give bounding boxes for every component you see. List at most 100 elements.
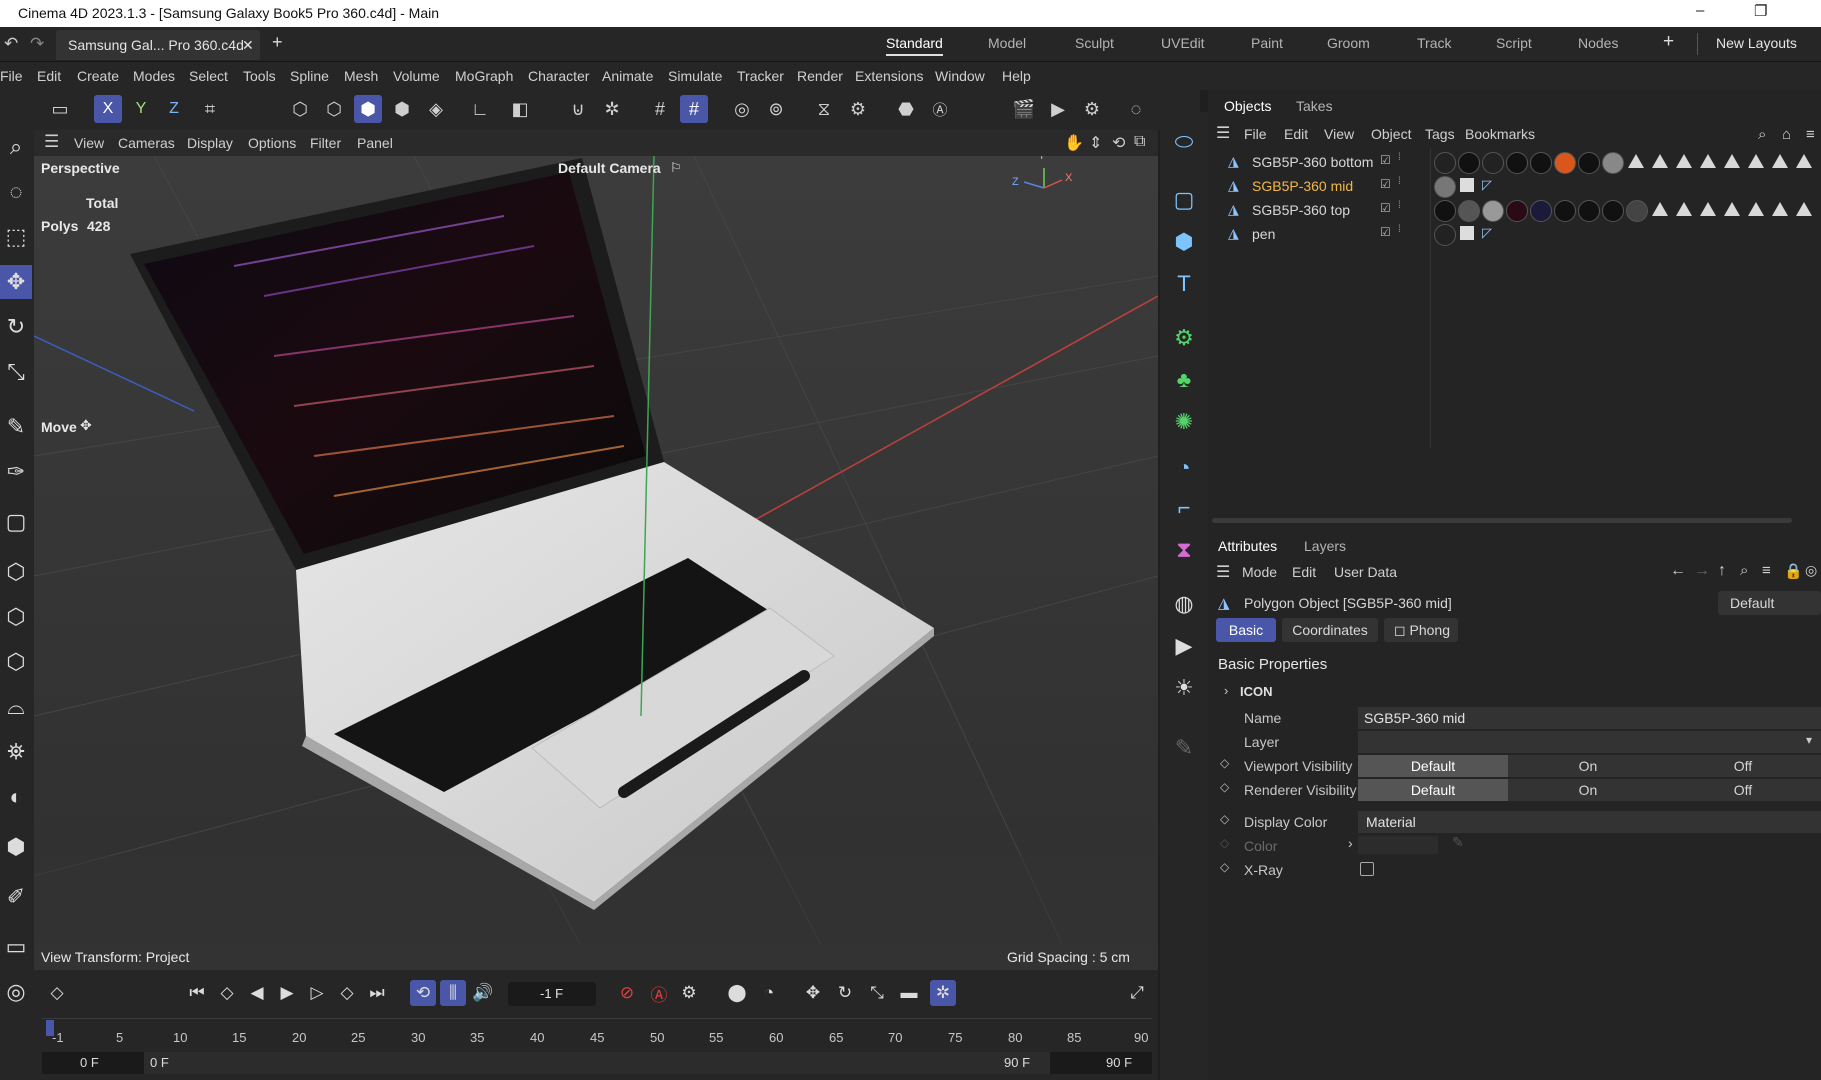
material-tag[interactable] xyxy=(1602,200,1624,222)
environment-icon[interactable]: ◍ xyxy=(1168,588,1200,620)
material-tag[interactable] xyxy=(1434,200,1456,222)
new-layouts-button[interactable]: New Layouts xyxy=(1716,35,1797,51)
xray-checkbox[interactable] xyxy=(1360,862,1374,876)
objects-menu-object[interactable]: Object xyxy=(1371,126,1411,142)
attributes-menu-edit[interactable]: Edit xyxy=(1292,564,1316,580)
rectangle-selection-icon[interactable]: ⬚ xyxy=(0,220,32,254)
rotate-tool-icon[interactable]: ↻ xyxy=(0,310,32,344)
model-mode-icon[interactable]: ⬢ xyxy=(388,95,416,123)
objects-filter-icon[interactable]: ≡ xyxy=(1806,126,1815,143)
chevron-down-icon[interactable]: ▾ xyxy=(1806,733,1812,747)
objects-home-icon[interactable]: ⌂ xyxy=(1782,126,1791,143)
viewport-visibility-default[interactable]: Default xyxy=(1358,755,1508,777)
add-layout-icon[interactable]: + xyxy=(1663,31,1674,53)
menu-modes[interactable]: Modes xyxy=(133,68,175,84)
visibility-check-icon[interactable]: ☑ xyxy=(1380,225,1391,239)
material-tag[interactable] xyxy=(1506,200,1528,222)
range-slider[interactable]: 0 F 0 F 90 F 90 F xyxy=(42,1052,1152,1074)
rectangle-icon[interactable]: ▢ xyxy=(0,505,32,539)
menu-spline[interactable]: Spline xyxy=(290,68,329,84)
menu-file[interactable]: File xyxy=(0,68,23,84)
selection-tag-icon[interactable]: ◸ xyxy=(1482,225,1492,241)
material-tag[interactable] xyxy=(1578,152,1600,174)
renderer-visibility-default[interactable]: Default xyxy=(1358,779,1508,801)
phong-tag-icon[interactable] xyxy=(1652,202,1668,216)
key-pla-icon[interactable]: ✲ xyxy=(930,980,956,1006)
material-tag[interactable] xyxy=(1434,152,1456,174)
forward-arrow-icon[interactable]: → xyxy=(1694,562,1710,580)
phong-tag-icon[interactable] xyxy=(1652,154,1668,168)
objects-menu-file[interactable]: File xyxy=(1244,126,1267,142)
cube-icon[interactable]: ⬡ xyxy=(0,555,32,589)
visibility-check-icon[interactable]: ☑ xyxy=(1380,177,1391,191)
null-object-icon[interactable]: ⌐ xyxy=(1168,492,1200,524)
viewport-menu-options[interactable]: Options xyxy=(248,135,296,151)
keyframe-diamond-icon[interactable]: ◇ xyxy=(1220,756,1229,770)
tab-attributes[interactable]: Attributes xyxy=(1218,538,1277,554)
timeline-graph-icon[interactable]: ⤢ xyxy=(1124,980,1150,1006)
uvw-tag-icon[interactable] xyxy=(1460,226,1474,240)
orbit-icon[interactable]: ⟲ xyxy=(1112,133,1125,153)
next-key-icon[interactable]: ◇ xyxy=(334,980,360,1006)
viewport-visibility-on[interactable]: On xyxy=(1518,755,1658,777)
layout-tab-uvedit[interactable]: UVEdit xyxy=(1161,35,1205,51)
layout-tab-paint[interactable]: Paint xyxy=(1251,35,1283,51)
material-tag[interactable] xyxy=(1554,152,1576,174)
tab-phong[interactable]: ◻ Phong xyxy=(1384,618,1458,642)
chevron-right-icon[interactable]: › xyxy=(1224,683,1228,698)
viewport-visibility-off[interactable]: Off xyxy=(1668,755,1818,777)
viewport[interactable]: Y Z X Perspective Default Camera ⚐ Total… xyxy=(34,156,1158,970)
layout-tab-standard[interactable]: Standard xyxy=(886,35,943,56)
document-tab-close-icon[interactable]: ✕ xyxy=(242,37,254,54)
viewport-menu-panel[interactable]: Panel xyxy=(357,135,393,151)
maximize-view-icon[interactable]: ⧉ xyxy=(1134,133,1145,151)
phong-tag-icon[interactable] xyxy=(1628,154,1644,168)
coordinate-system-icon[interactable]: ⌗ xyxy=(196,95,224,123)
autokey-icon[interactable]: Ⓐ xyxy=(646,980,672,1006)
pan-icon[interactable]: ✋ xyxy=(1064,133,1084,153)
keyframe-diamond-icon[interactable]: ◇ xyxy=(1220,780,1229,794)
object-manager-menu-icon[interactable]: ☰ xyxy=(1216,123,1230,143)
sky-icon[interactable]: ◎ xyxy=(0,975,32,1009)
attributes-menu-user-data[interactable]: User Data xyxy=(1334,564,1397,580)
mirror-settings-icon[interactable]: ⚙ xyxy=(844,95,872,123)
range-bar[interactable]: 0 F 90 F xyxy=(144,1052,1050,1074)
menu-window[interactable]: Window xyxy=(935,68,985,84)
hamburger-icon[interactable]: ☰ xyxy=(44,132,59,152)
objects-menu-edit[interactable]: Edit xyxy=(1284,126,1308,142)
axis-y-toggle[interactable]: Y xyxy=(127,95,155,123)
preset-dropdown[interactable]: Default xyxy=(1718,591,1821,615)
attributes-search-icon[interactable]: ⌕ xyxy=(1740,562,1748,579)
layer-field[interactable]: ▾ xyxy=(1358,731,1821,753)
up-arrow-icon[interactable]: ↑ xyxy=(1718,562,1726,580)
light-tool-icon[interactable]: ◐ xyxy=(0,780,32,814)
menu-animate[interactable]: Animate xyxy=(602,68,653,84)
render-settings-icon[interactable]: ⚙ xyxy=(1078,95,1106,123)
layout-tab-script[interactable]: Script xyxy=(1496,35,1532,51)
subdivision-icon[interactable]: ⬡ xyxy=(0,600,32,634)
menu-tools[interactable]: Tools xyxy=(243,68,276,84)
layout-tab-model[interactable]: Model xyxy=(988,35,1026,51)
camera-indicator-icon[interactable]: ⚐ xyxy=(670,160,682,176)
menu-edit[interactable]: Edit xyxy=(37,68,61,84)
menu-mograph[interactable]: MoGraph xyxy=(455,68,513,84)
render-object-icon[interactable]: ⬣ xyxy=(892,95,920,123)
object-row-pen[interactable]: ◮ pen ☑ ⁞ ◸ xyxy=(1208,222,1821,246)
horizontal-scrollbar[interactable] xyxy=(1212,518,1792,523)
camera-palette-icon[interactable]: ▶ xyxy=(1168,630,1200,662)
key-selection-icon[interactable]: ⬤ xyxy=(724,980,750,1006)
material-tag[interactable] xyxy=(1482,200,1504,222)
spline-pen-icon[interactable]: ✎ xyxy=(0,410,32,444)
record-icon[interactable]: ⊘ xyxy=(614,980,640,1006)
redshift-icon[interactable]: ◌ xyxy=(1122,95,1150,123)
live-selection-icon[interactable]: ◌ xyxy=(0,175,32,209)
menu-mesh[interactable]: Mesh xyxy=(344,68,378,84)
layout-tab-groom[interactable]: Groom xyxy=(1327,35,1370,51)
lock-icon[interactable]: 🔒 xyxy=(1784,562,1803,580)
name-field[interactable]: SGB5P-360 mid xyxy=(1358,707,1821,729)
keyframe-diamond-icon[interactable]: ◇ xyxy=(1220,860,1229,874)
adobe-icon[interactable]: Ⓐ xyxy=(926,95,954,123)
viewport-menu-display[interactable]: Display xyxy=(187,135,233,151)
key-settings-icon[interactable]: ⚙ xyxy=(676,980,702,1006)
current-frame-field[interactable]: -1 F xyxy=(508,982,596,1006)
